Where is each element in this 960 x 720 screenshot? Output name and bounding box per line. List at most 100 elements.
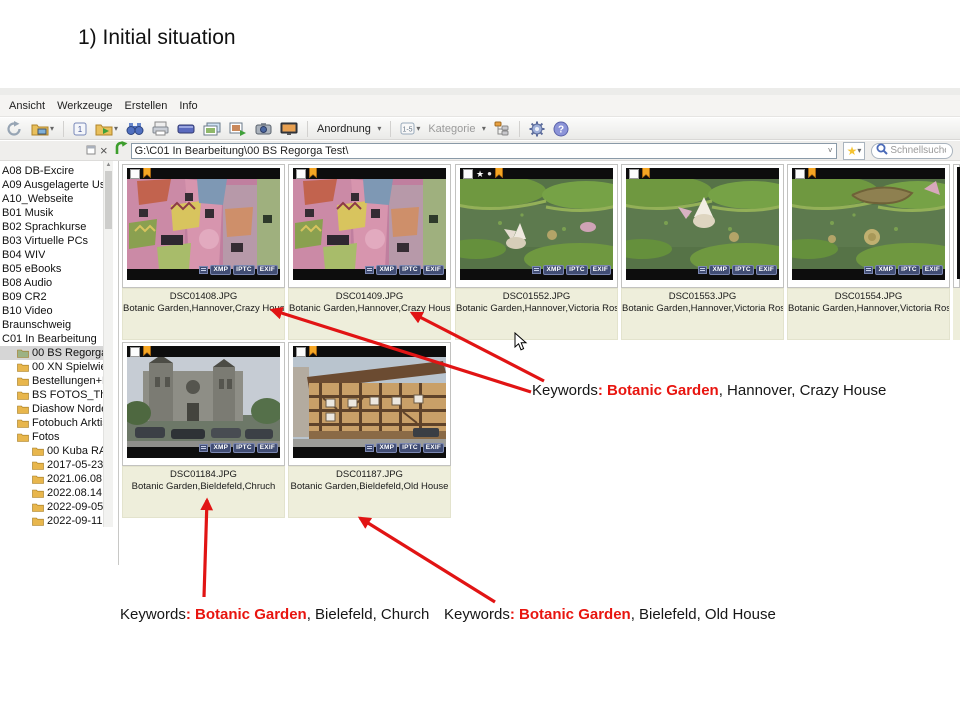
file-keywords: Botanic Garden,Hannover,Victoria Rose <box>788 303 949 314</box>
sidebar-item[interactable]: B04 WIV <box>0 248 103 262</box>
search-binoculars-icon[interactable] <box>124 121 146 136</box>
file-card[interactable]: XMP IPTC EXIF DSC01408.JPG Botanic Garden,Ha… <box>122 164 285 340</box>
file-card[interactable]: XMP IPTC EXIF DSC01187.JPG Botanic Garden,Bi… <box>288 342 451 518</box>
address-input[interactable] <box>131 144 825 157</box>
anordnung-button[interactable]: Anordnung ▾ <box>315 119 383 139</box>
select-checkbox[interactable] <box>296 347 306 357</box>
folder-up-icon[interactable] <box>114 141 128 160</box>
file-keywords: Botanic Garden,Bieldefeld,Old House <box>290 481 449 492</box>
sidebar-item[interactable]: Diashow Norderney <box>0 402 103 416</box>
sidebar-item[interactable]: B03 Virtuelle PCs <box>0 234 103 248</box>
favorites-button[interactable]: ★ ▾ <box>842 141 866 160</box>
sidebar-item[interactable]: 00 XN Spielwiese <box>0 360 103 374</box>
sidebar-item[interactable]: BS FOTOS_Themen+H <box>0 388 103 402</box>
kategorie-button[interactable]: Kategorie ▾ <box>426 119 488 139</box>
search-input[interactable] <box>888 144 949 157</box>
sidebar-item-label: 2022-09-05 <box>47 501 103 513</box>
badge-iptc: IPTC <box>898 265 920 275</box>
pane-close-icon[interactable]: × <box>100 144 108 157</box>
thumb-frame: XMP IPTC EXIF <box>288 342 451 466</box>
label-area: DSC01184.JPG Botanic Garden,Bieldefeld,Ch… <box>122 466 285 518</box>
scan-icon[interactable] <box>175 122 197 136</box>
sidebar-item-label: A08 DB-Excire <box>2 165 75 177</box>
sidebar-item[interactable]: B09 CR2 <box>0 290 103 304</box>
thumb-marks <box>629 168 650 179</box>
sidebar-scrollbar[interactable]: ▲ <box>103 161 113 527</box>
select-checkbox[interactable] <box>629 169 639 179</box>
folder-icon <box>17 376 29 386</box>
select-checkbox[interactable] <box>463 169 473 179</box>
scroll-thumb[interactable] <box>105 171 112 229</box>
back-icon[interactable] <box>4 120 25 138</box>
sidebar-item[interactable]: A08 DB-Excire <box>0 164 103 178</box>
camera-icon[interactable] <box>253 121 274 136</box>
sidebar-item-label: B05 eBooks <box>2 263 62 275</box>
category-tree-icon[interactable] <box>492 120 512 137</box>
sidebar-item[interactable]: 2022-09-11 <box>0 514 103 528</box>
badge-xmp: XMP <box>875 265 897 275</box>
help-icon[interactable]: ? <box>551 120 571 138</box>
browse-folder-icon[interactable]: ▾ <box>29 121 56 137</box>
menu-werkzeuge[interactable]: Werkzeuge <box>57 100 112 112</box>
note-icon <box>864 261 874 279</box>
dropdown-caret: ▾ <box>377 123 382 133</box>
sidebar-item[interactable]: B01 Musik <box>0 206 103 220</box>
dropdown-caret: ▾ <box>857 145 862 155</box>
menu-info[interactable]: Info <box>179 100 197 112</box>
info-tag-icon[interactable]: 1 <box>71 121 89 137</box>
folder-pane: A08 DB-Excire A09 Ausgelagerte Userko A10_… <box>0 161 119 565</box>
slideshow-icon[interactable] <box>278 121 300 137</box>
address-dropdown-icon[interactable]: ˅ <box>825 146 836 155</box>
file-card[interactable]: XMP IPTC EXIF DSC01184.JPG Botanic Garden,Bi… <box>122 342 285 518</box>
copy-images-icon[interactable] <box>201 121 223 137</box>
sort-list-icon[interactable]: 1-5 ▾ <box>398 121 422 136</box>
note-icon <box>199 261 209 279</box>
settings-gear-icon[interactable] <box>527 120 547 138</box>
thumb-frame: XMP IPTC EXIF <box>122 164 285 288</box>
sidebar-item[interactable]: Bestellungen+Käufe <box>0 374 103 388</box>
select-checkbox[interactable] <box>130 347 140 357</box>
dropdown-caret: ▾ <box>481 123 486 133</box>
menu-ansicht[interactable]: Ansicht <box>9 100 45 112</box>
select-checkbox[interactable] <box>296 169 306 179</box>
window-top-band <box>0 88 960 95</box>
sidebar-item[interactable]: B08 Audio <box>0 276 103 290</box>
note-icon <box>532 261 542 279</box>
file-card-partial[interactable] <box>953 164 960 340</box>
import-folder-icon[interactable]: ▾ <box>93 121 120 137</box>
sidebar-item[interactable]: 2021.06.08 Stadt F <box>0 472 103 486</box>
sidebar-item-label: B08 Audio <box>2 277 53 289</box>
sidebar-item[interactable]: 2017-05-23_Baust <box>0 458 103 472</box>
sidebar-item[interactable]: B02 Sprachkurse <box>0 220 103 234</box>
sidebar-item[interactable]: B05 eBooks <box>0 262 103 276</box>
badge-iptc: IPTC <box>732 265 754 275</box>
thumb-marks <box>296 168 317 179</box>
badge-xmp: XMP <box>210 265 232 275</box>
label-area: DSC01552.JPG Botanic Garden,Hannover,Vict… <box>455 288 618 340</box>
select-checkbox[interactable] <box>130 169 140 179</box>
file-card[interactable]: XMP IPTC EXIF DSC01553.JPG Botanic Garden,Ha… <box>621 164 784 340</box>
export-image-icon[interactable] <box>227 121 249 137</box>
file-card[interactable]: XMP IPTC EXIF DSC01554.JPG Botanic Garden,Ha… <box>787 164 950 340</box>
sidebar-item[interactable]: C01 In Bearbeitung <box>0 332 103 346</box>
note-icon <box>199 439 209 457</box>
menu-erstellen[interactable]: Erstellen <box>125 100 168 112</box>
sidebar-item[interactable]: Braunschweig <box>0 318 103 332</box>
sidebar-item[interactable]: 2022-09-05 <box>0 500 103 514</box>
sidebar-item[interactable]: Fotobuch Arktis <box>0 416 103 430</box>
print-icon[interactable] <box>150 120 171 137</box>
sidebar-item[interactable]: A09 Ausgelagerte Userko <box>0 178 103 192</box>
sidebar-item[interactable]: 2022.08.14 Seelze <box>0 486 103 500</box>
file-card[interactable]: ★ ● XMP IPTC EXIF DSC01552.JPG Botanic Garden,… <box>455 164 618 340</box>
pane-dock-icon[interactable] <box>86 142 96 160</box>
note-icon <box>365 261 375 279</box>
scroll-up-arrow[interactable]: ▲ <box>104 161 113 170</box>
sidebar-item[interactable]: Fotos <box>0 430 103 444</box>
sidebar-item[interactable]: 00 BS Regorga Test <box>0 346 103 360</box>
sidebar-item[interactable]: 00 Kuba RAW <box>0 444 103 458</box>
file-card[interactable]: XMP IPTC EXIF DSC01409.JPG Botanic Garden,Ha… <box>288 164 451 340</box>
sidebar-item[interactable]: B10 Video <box>0 304 103 318</box>
badge-iptc: IPTC <box>566 265 588 275</box>
select-checkbox[interactable] <box>795 169 805 179</box>
sidebar-item[interactable]: A10_Webseite <box>0 192 103 206</box>
